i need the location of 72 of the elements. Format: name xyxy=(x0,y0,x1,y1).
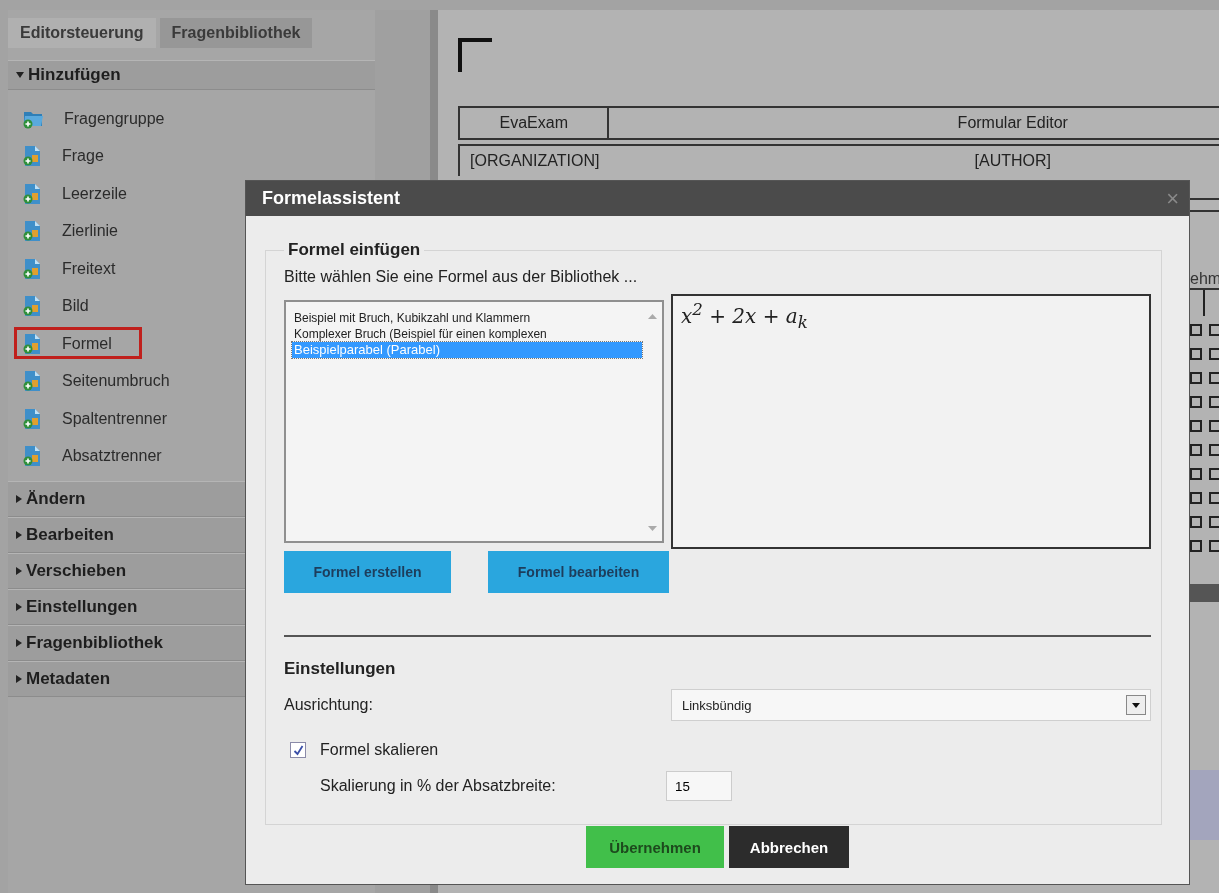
tab[interactable]: Editorsteuerung xyxy=(8,18,156,48)
caret-right-icon xyxy=(16,675,22,683)
checkbox[interactable] xyxy=(1190,444,1202,456)
document-add-icon xyxy=(22,145,42,168)
section-label: Einstellungen xyxy=(26,597,138,617)
caret-down-icon xyxy=(16,72,24,78)
header-table-cell: Formular Editor xyxy=(609,106,1219,140)
scale-input[interactable]: 15 xyxy=(666,771,732,801)
header-table-cell: EvaExam xyxy=(458,106,610,140)
section-label: Fragenbibliothek xyxy=(26,633,163,653)
header-table-cell: [ORGANIZATION] xyxy=(458,144,610,176)
highlight-band xyxy=(1190,770,1219,840)
checkbox[interactable] xyxy=(1190,540,1202,552)
checkbox[interactable] xyxy=(1209,468,1219,480)
section-label: Verschieben xyxy=(26,561,127,581)
formula-button[interactable]: Formel erstellen xyxy=(284,551,451,593)
corner-mark-icon xyxy=(458,38,492,72)
document-add-icon xyxy=(22,407,42,430)
scale-label: Skalierung in % der Absatzbreite: xyxy=(320,777,557,795)
section-header[interactable]: Hinzufügen xyxy=(8,60,375,90)
checkbox[interactable] xyxy=(1209,324,1219,336)
checkbox[interactable] xyxy=(1190,396,1202,408)
checkbox[interactable] xyxy=(1209,348,1219,360)
checkbox[interactable] xyxy=(1190,492,1202,504)
alignment-dropdown[interactable]: Linksbündig xyxy=(671,689,1151,721)
document-add-icon xyxy=(22,295,42,318)
checkbox[interactable] xyxy=(1190,468,1202,480)
add-menu-item[interactable]: Fragengruppe xyxy=(8,100,375,138)
checkbox[interactable] xyxy=(1209,420,1219,432)
alignment-label: Ausrichtung: xyxy=(284,696,373,714)
section-label: Metadaten xyxy=(26,669,111,689)
checkbox[interactable] xyxy=(1209,516,1219,528)
formula-button[interactable]: Formel bearbeiten xyxy=(488,551,669,593)
checkbox[interactable] xyxy=(1190,324,1202,336)
checkbox[interactable] xyxy=(1209,492,1219,504)
checkbox[interactable] xyxy=(290,742,306,758)
document-add-icon xyxy=(22,445,42,468)
caret-right-icon xyxy=(16,495,22,503)
tab[interactable]: Fragenbibliothek xyxy=(159,18,313,48)
group-legend: Formel einfügen xyxy=(284,240,425,260)
section-label: Hinzufügen xyxy=(28,65,121,85)
checkbox[interactable] xyxy=(1190,516,1202,528)
document-add-icon xyxy=(22,370,42,393)
checkbox[interactable] xyxy=(1209,396,1219,408)
checkbox-label: Formel skalieren xyxy=(320,741,439,759)
instruction-text: Bitte wählen Sie eine Formel aus der Bibliothek ... xyxy=(284,268,639,286)
checkbox[interactable] xyxy=(1209,540,1219,552)
formula-preview: x$^{2}$ + 2x + a$_{k}$ xyxy=(671,294,1151,549)
caret-right-icon xyxy=(16,639,22,647)
apply-button[interactable]: Übernehmen xyxy=(586,826,724,868)
checkbox[interactable] xyxy=(1209,444,1219,456)
formula-option[interactable]: Beispiel mit Bruch, Kubikzahl und Klammern xyxy=(292,310,642,326)
checkmark-icon xyxy=(292,744,304,756)
dialog-title: Formelassistent xyxy=(262,188,401,209)
document-add-icon xyxy=(22,220,42,243)
formula-listbox[interactable]: Beispiel mit Bruch, Kubikzahl und Klammern Komplexer Bruch (Beispiel für einen komplexen Beispielparabel (Parabel) xyxy=(284,300,664,543)
formula-option[interactable]: Komplexer Bruch (Beispiel für einen komplexen xyxy=(292,326,642,342)
checkbox[interactable] xyxy=(1190,348,1202,360)
section-label: Bearbeiten xyxy=(26,525,114,545)
section-label: Ändern xyxy=(26,489,86,509)
cancel-button[interactable]: Abbrechen xyxy=(729,826,849,868)
header-table-cell: [AUTHOR] xyxy=(609,144,1219,176)
caret-right-icon xyxy=(16,567,22,575)
document-add-icon xyxy=(22,332,42,355)
document-add-icon xyxy=(22,182,42,205)
checkbox[interactable] xyxy=(1190,372,1202,384)
document-add-icon xyxy=(22,257,42,280)
add-menu-item[interactable]: Frage xyxy=(8,137,375,175)
caret-right-icon xyxy=(16,531,22,539)
checkbox[interactable] xyxy=(1190,420,1202,432)
checkbox[interactable] xyxy=(1209,372,1219,384)
caret-right-icon xyxy=(16,603,22,611)
